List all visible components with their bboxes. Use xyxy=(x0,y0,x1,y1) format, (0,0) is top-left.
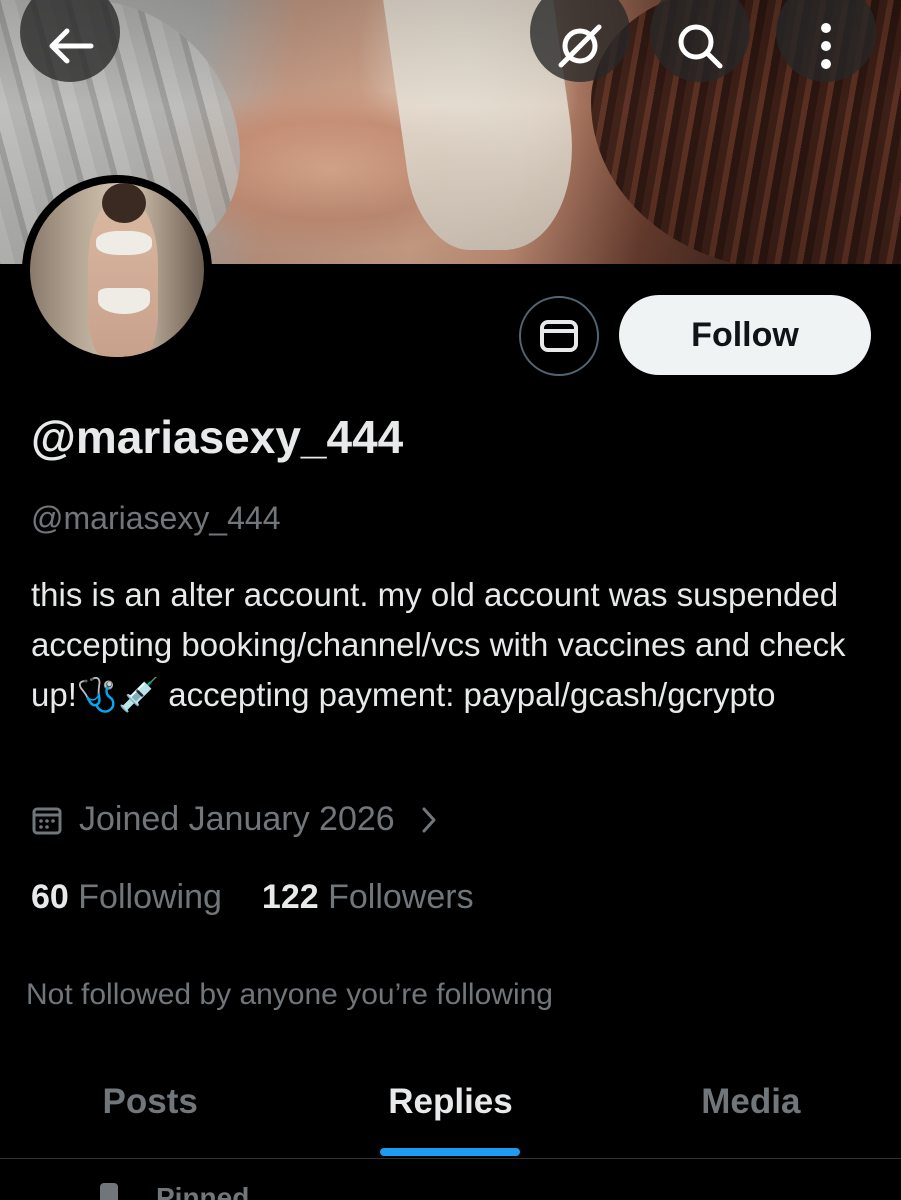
avatar-figure xyxy=(88,201,158,357)
tab-replies[interactable]: Replies xyxy=(300,1058,600,1158)
tabs-divider xyxy=(0,1158,901,1159)
not-followed-notice: Not followed by anyone you’re following xyxy=(26,978,553,1011)
bio: this is an alter account. my old account… xyxy=(31,576,846,713)
display-name: @mariasexy_444 xyxy=(31,411,404,463)
following-count: 60 xyxy=(31,878,69,916)
tab-posts-label: Posts xyxy=(102,1082,198,1121)
tab-media[interactable]: Media xyxy=(601,1058,901,1158)
following-stat[interactable]: 60 Following xyxy=(31,878,222,917)
tab-replies-label: Replies xyxy=(388,1082,513,1121)
calendar-icon xyxy=(32,807,62,834)
avatar-detail-bottom xyxy=(98,288,150,314)
avatar-image xyxy=(30,183,204,357)
grok-icon xyxy=(558,24,602,68)
tab-posts[interactable]: Posts xyxy=(0,1058,300,1158)
mail-icon xyxy=(540,320,578,352)
pin-icon xyxy=(100,1183,118,1200)
followers-label: Followers xyxy=(328,878,474,916)
profile-tabs: Posts Replies Media xyxy=(0,1058,901,1158)
followers-count: 122 xyxy=(261,878,319,916)
pinned-label: Pinned xyxy=(156,1182,250,1200)
more-vertical-icon xyxy=(821,23,831,69)
message-button[interactable] xyxy=(519,296,599,376)
avatar-head xyxy=(102,183,146,223)
active-tab-indicator xyxy=(380,1148,521,1156)
following-label: Following xyxy=(78,878,222,916)
follow-button[interactable]: Follow xyxy=(619,295,871,375)
avatar-detail-top xyxy=(96,231,152,255)
chevron-right-icon xyxy=(422,807,436,832)
avatar[interactable] xyxy=(22,175,212,365)
follow-stats: 60 Following 122 Followers xyxy=(31,878,514,917)
pinned-indicator: Pinned xyxy=(100,1182,249,1200)
arrow-left-icon xyxy=(49,28,94,64)
followers-stat[interactable]: 122 Followers xyxy=(262,878,474,917)
joined-label: Joined January 2026 xyxy=(79,800,395,838)
tab-media-label: Media xyxy=(701,1082,801,1121)
joined-row[interactable]: Joined January 2026 xyxy=(31,800,437,839)
handle: @mariasexy_444 xyxy=(31,500,281,536)
search-icon xyxy=(678,24,723,69)
